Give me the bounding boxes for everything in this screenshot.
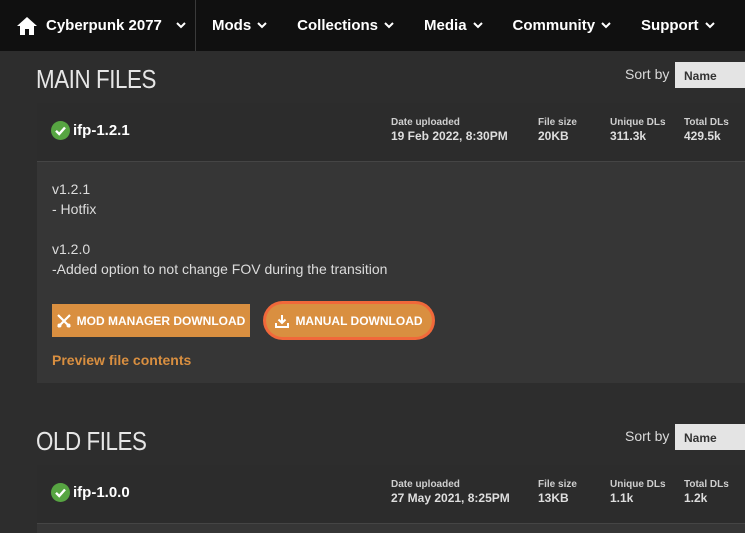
nav-item-label: Community	[512, 17, 596, 34]
chevron-down-icon	[472, 22, 483, 29]
stat-label: Total DLs	[684, 479, 729, 490]
file-header[interactable]: ifp-1.2.1 Date uploaded 19 Feb 2022, 8:3…	[37, 103, 745, 162]
mod-manager-download-button[interactable]: MOD MANAGER DOWNLOAD	[52, 304, 250, 337]
stat-date-uploaded: Date uploaded 27 May 2021, 8:25PM	[391, 479, 510, 505]
nav-item-media[interactable]: Media	[424, 17, 483, 34]
stat-date-uploaded: Date uploaded 19 Feb 2022, 8:30PM	[391, 117, 508, 143]
old-files-title: OLD FILES	[36, 426, 147, 456]
nav-item-label: Collections	[297, 17, 379, 34]
chevron-down-icon	[704, 22, 715, 29]
sort-by-select[interactable]: Name	[675, 424, 745, 450]
stat-value: 1.1k	[610, 491, 634, 505]
stat-file-size: File size 13KB	[538, 479, 577, 505]
nav-item-collections[interactable]: Collections	[297, 17, 394, 34]
file-header[interactable]: ifp-1.0.0 Date uploaded 27 May 2021, 8:2…	[37, 465, 745, 524]
chevron-down-icon	[384, 22, 394, 29]
nav-item-support[interactable]: Support	[641, 17, 715, 34]
stat-label: Date uploaded	[391, 479, 460, 490]
check-circle-icon	[51, 121, 70, 140]
stat-label: Unique DLs	[610, 117, 666, 128]
game-selector[interactable]: Cyberpunk 2077	[0, 0, 196, 51]
stat-total-dls: Total DLs 429.5k	[684, 117, 729, 143]
stat-value: 19 Feb 2022, 8:30PM	[391, 129, 508, 143]
wrench-screwdriver-icon	[56, 313, 71, 328]
nav-item-community[interactable]: Community	[513, 17, 612, 34]
stat-unique-dls: Unique DLs 1.1k	[610, 479, 666, 505]
stat-value: 13KB	[538, 491, 569, 505]
nav-item-label: Support	[641, 17, 699, 34]
top-navigation: Cyberpunk 2077 Mods Collections Media Co…	[0, 0, 745, 51]
stat-total-dls: Total DLs 1.2k	[684, 479, 729, 505]
file-description: v1.2.1 - Hotfix v1.2.0 -Added option to …	[52, 181, 388, 277]
button-label: MANUAL DOWNLOAD	[295, 313, 423, 328]
sort-by-select[interactable]: Name	[675, 62, 745, 88]
stat-label: File size	[538, 117, 577, 128]
button-label: MOD MANAGER DOWNLOAD	[76, 313, 246, 328]
download-icon	[275, 314, 290, 328]
stat-value: 27 May 2021, 8:25PM	[391, 491, 510, 505]
chevron-down-icon	[176, 22, 186, 29]
stat-label: Date uploaded	[391, 117, 460, 128]
stat-label: Total DLs	[684, 117, 729, 128]
check-circle-icon	[51, 483, 70, 502]
stat-file-size: File size 20KB	[538, 117, 577, 143]
stat-label: File size	[538, 479, 577, 490]
old-file-card: ifp-1.0.0 Date uploaded 27 May 2021, 8:2…	[37, 465, 745, 533]
main-file-card: ifp-1.2.1 Date uploaded 19 Feb 2022, 8:3…	[37, 103, 745, 383]
file-name: ifp-1.2.1	[73, 122, 130, 139]
stat-value: 1.2k	[684, 491, 708, 505]
chevron-down-icon	[601, 22, 611, 29]
nav-item-label: Media	[424, 17, 467, 34]
nav-item-label: Mods	[212, 17, 252, 34]
stat-label: Unique DLs	[610, 479, 666, 490]
nav-item-mods[interactable]: Mods	[212, 17, 267, 34]
preview-file-contents-link[interactable]: Preview file contents	[52, 352, 191, 368]
sort-by-label: Sort by	[625, 66, 670, 82]
main-files-title: MAIN FILES	[36, 64, 156, 94]
chevron-down-icon	[257, 22, 267, 29]
stat-unique-dls: Unique DLs 311.3k	[610, 117, 666, 143]
stat-value: 429.5k	[684, 129, 721, 143]
stat-value: 20KB	[538, 129, 569, 143]
home-icon	[17, 16, 37, 35]
stat-value: 311.3k	[610, 129, 647, 143]
game-title: Cyberpunk 2077	[46, 17, 162, 34]
sort-by-label: Sort by	[625, 428, 670, 444]
manual-download-button[interactable]: MANUAL DOWNLOAD	[266, 304, 432, 337]
file-name: ifp-1.0.0	[73, 484, 130, 501]
